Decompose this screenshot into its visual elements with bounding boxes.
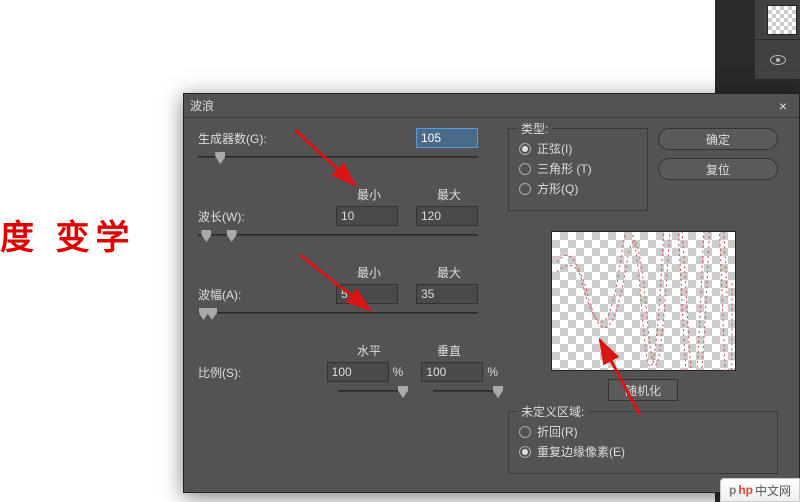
radio-icon: [519, 446, 531, 458]
radio-label: 三角形 (T): [537, 160, 592, 177]
undefined-radio-repeat[interactable]: 重复边缘像素(E): [519, 443, 767, 460]
radio-label: 重复边缘像素(E): [537, 443, 625, 460]
layer-thumbnail: [767, 5, 797, 35]
radio-icon: [519, 183, 531, 195]
close-button[interactable]: ×: [773, 96, 793, 116]
scale-v-slider[interactable]: [433, 390, 498, 392]
wavelength-min-label: 最小: [338, 186, 400, 203]
wavelength-label: 波长(W):: [198, 208, 318, 225]
wavelength-max-input[interactable]: [416, 206, 478, 226]
watermark-hp: hp: [738, 483, 753, 497]
wavelength-max-label: 最大: [418, 186, 480, 203]
generators-label: 生成器数(G):: [198, 130, 318, 147]
scale-h-label: 水平: [338, 342, 400, 359]
scale-label: 比例(S):: [198, 364, 309, 381]
layer-visibility-row[interactable]: [755, 0, 800, 40]
eye-icon: [770, 55, 786, 65]
slider-thumb-icon[interactable]: [398, 386, 408, 398]
scale-v-label: 垂直: [418, 342, 480, 359]
generators-group: 生成器数(G):: [198, 128, 498, 158]
canvas-sample-text: 度 变学: [0, 210, 135, 259]
radio-icon: [519, 426, 531, 438]
wavelength-slider[interactable]: [198, 234, 478, 236]
scale-group: 水平 垂直 比例(S): % %: [198, 342, 498, 392]
percent-label: %: [487, 365, 498, 379]
undefined-radio-wrap[interactable]: 折回(R): [519, 423, 767, 440]
percent-label: %: [393, 365, 404, 379]
radio-icon: [519, 163, 531, 175]
dialog-titlebar[interactable]: 波浪 ×: [184, 94, 799, 118]
scale-h-input[interactable]: [327, 362, 389, 382]
slider-thumb-icon[interactable]: [215, 152, 225, 164]
radio-icon: [519, 143, 531, 155]
type-fieldset: 类型: 正弦(I) 三角形 (T) 方形(Q): [508, 128, 648, 211]
reset-button[interactable]: 复位: [658, 158, 778, 180]
watermark-cn: 中文网: [755, 482, 791, 499]
scale-h-slider[interactable]: [338, 390, 403, 392]
ok-button[interactable]: 确定: [658, 128, 778, 150]
wavelength-group: 最小 最大 波长(W):: [198, 186, 498, 236]
watermark: p hp 中文网: [720, 478, 800, 502]
amplitude-max-input[interactable]: [416, 284, 478, 304]
radio-label: 正弦(I): [537, 140, 572, 157]
slider-thumb-icon[interactable]: [227, 230, 237, 242]
generators-input[interactable]: [416, 128, 478, 148]
scale-v-input[interactable]: [421, 362, 483, 382]
layers-panel: [755, 0, 800, 80]
amplitude-label: 波幅(A):: [198, 286, 318, 303]
wavelength-min-input[interactable]: [336, 206, 398, 226]
type-radio-sine[interactable]: 正弦(I): [519, 140, 637, 157]
slider-thumb-icon[interactable]: [201, 230, 211, 242]
radio-label: 折回(R): [537, 423, 578, 440]
randomize-button[interactable]: 随机化: [608, 379, 678, 401]
amplitude-slider[interactable]: [198, 312, 478, 314]
amplitude-max-label: 最大: [418, 264, 480, 281]
preview-wave-icon: [552, 232, 737, 372]
undefined-area-fieldset: 未定义区域: 折回(R) 重复边缘像素(E): [508, 411, 778, 474]
type-radio-triangle[interactable]: 三角形 (T): [519, 160, 637, 177]
watermark-p: p: [729, 483, 736, 497]
wave-dialog: 波浪 × 生成器数(G): 最小 最大 波长(W):: [183, 93, 800, 493]
type-legend: 类型:: [517, 120, 552, 137]
undefined-area-legend: 未定义区域:: [517, 403, 588, 420]
amplitude-min-label: 最小: [338, 264, 400, 281]
preview-area: [551, 231, 736, 371]
generators-slider[interactable]: [198, 156, 478, 158]
type-radio-square[interactable]: 方形(Q): [519, 180, 637, 197]
radio-label: 方形(Q): [537, 180, 578, 197]
amplitude-min-input[interactable]: [336, 284, 398, 304]
amplitude-group: 最小 最大 波幅(A):: [198, 264, 498, 314]
layer-visibility-row[interactable]: [755, 40, 800, 80]
dialog-title: 波浪: [190, 97, 214, 114]
slider-thumb-icon[interactable]: [207, 308, 217, 320]
